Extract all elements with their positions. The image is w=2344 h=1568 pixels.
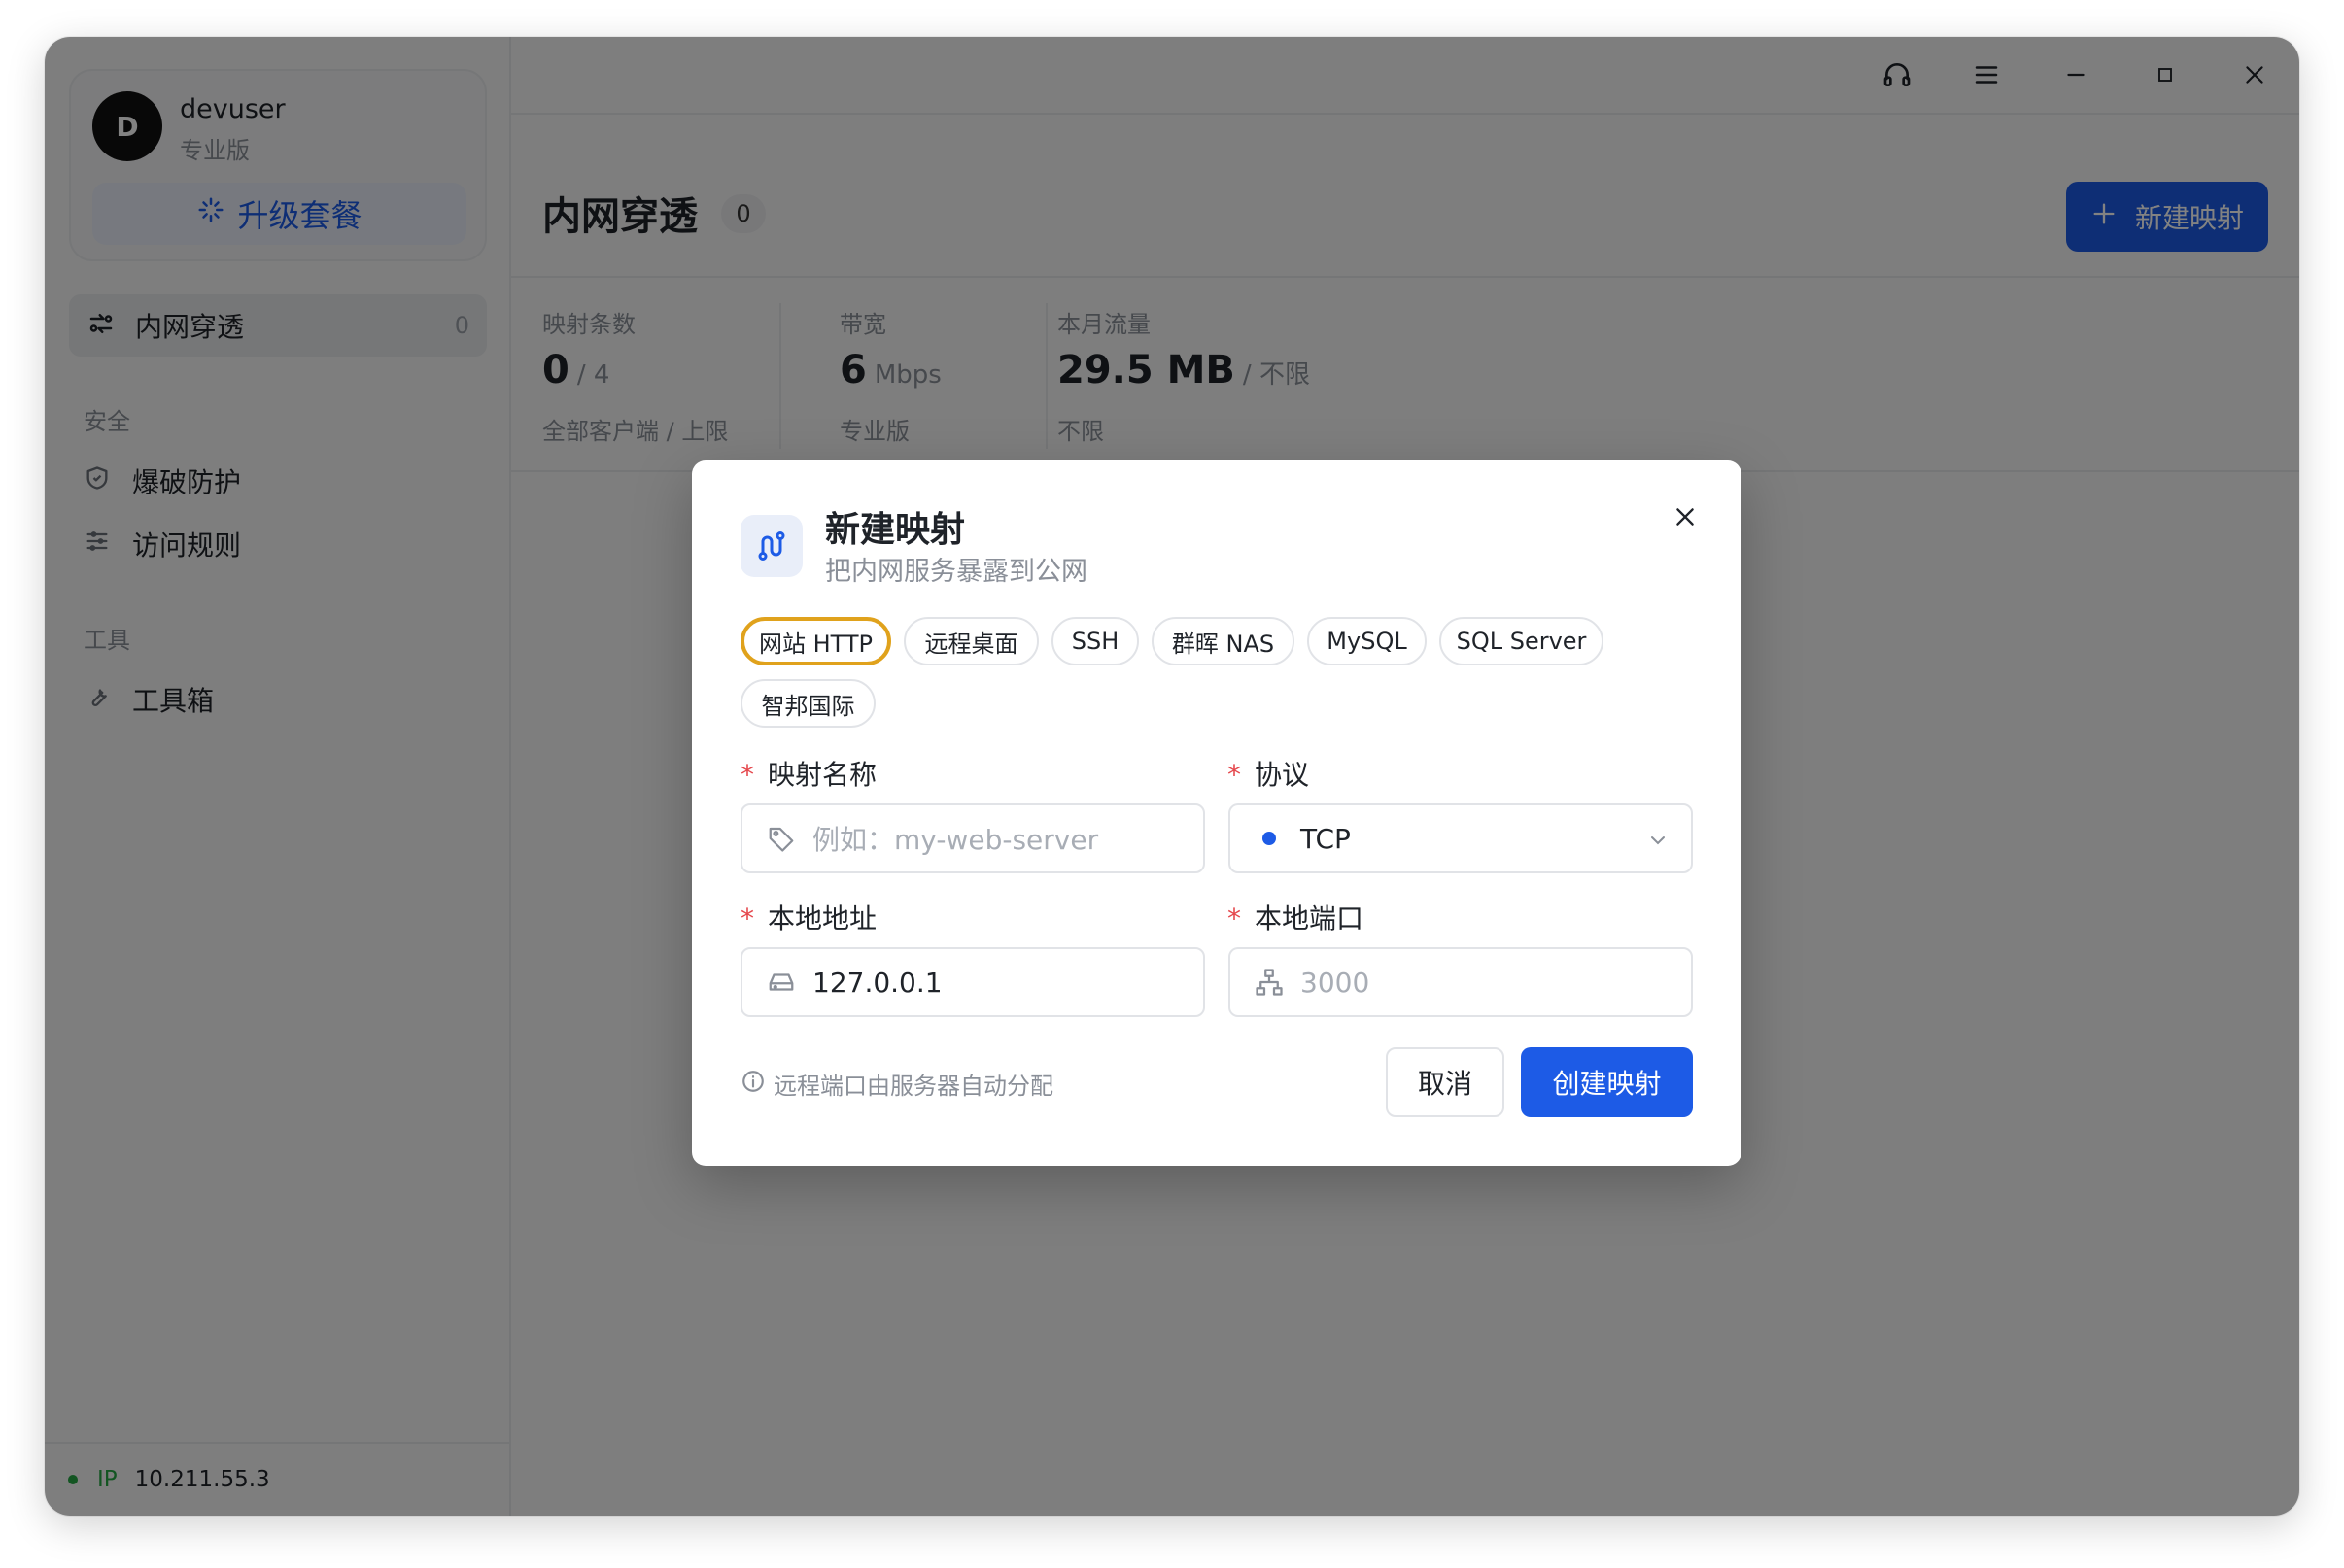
app-window: D devuser 专业版 升级套餐 内网穿透 0 安全 爆破防护 访问规则 工… xyxy=(45,37,2299,1516)
protocol-value: TCP xyxy=(1300,822,1351,855)
field-label-text: 映射名称 xyxy=(768,759,878,791)
chevron-down-icon xyxy=(1646,829,1670,856)
mapping-name-placeholder: 例如：my-web-server xyxy=(812,824,1099,856)
preset-chip-mysql[interactable]: MySQL xyxy=(1307,617,1427,665)
local-port-placeholder: 3000 xyxy=(1300,966,1370,999)
dialog-title: 新建映射 xyxy=(825,510,966,550)
local-address-input[interactable]: 127.0.0.1 xyxy=(741,947,1205,1017)
new-mapping-dialog: 新建映射 把内网服务暴露到公网 网站 HTTP 远程桌面 SSH 群晖 NAS … xyxy=(692,460,1741,1166)
preset-chip-sql-server[interactable]: SQL Server xyxy=(1439,617,1603,665)
mapping-name-label: * 映射名称 xyxy=(741,759,878,791)
route-icon xyxy=(741,515,803,577)
preset-chip-synology-nas[interactable]: 群晖 NAS xyxy=(1152,617,1294,665)
network-icon xyxy=(1254,967,1285,998)
local-port-input[interactable]: 3000 xyxy=(1228,947,1693,1017)
mapping-name-input[interactable]: 例如：my-web-server xyxy=(741,803,1205,873)
tag-icon xyxy=(766,823,797,854)
info-icon xyxy=(741,1069,766,1100)
local-port-label: * 本地端口 xyxy=(1227,903,1364,935)
preset-chip-http[interactable]: 网站 HTTP xyxy=(741,617,891,665)
create-mapping-button[interactable]: 创建映射 xyxy=(1521,1047,1693,1117)
local-address-label: * 本地地址 xyxy=(741,903,878,935)
hard-drive-icon xyxy=(766,967,797,998)
field-label-text: 协议 xyxy=(1255,759,1310,791)
dialog-subtitle: 把内网服务暴露到公网 xyxy=(825,557,1087,587)
protocol-label: * 协议 xyxy=(1227,759,1310,791)
field-label-text: 本地地址 xyxy=(768,903,878,935)
preset-chip-zhibang[interactable]: 智邦国际 xyxy=(741,679,876,728)
preset-chip-ssh[interactable]: SSH xyxy=(1051,617,1139,665)
hint-text: 远程端口由服务器自动分配 xyxy=(774,1073,1053,1100)
protocol-select[interactable]: TCP xyxy=(1228,803,1693,873)
remote-port-hint: 远程端口由服务器自动分配 xyxy=(741,1067,1053,1101)
protocol-dot-icon xyxy=(1254,823,1285,854)
close-icon[interactable] xyxy=(1666,497,1705,536)
cancel-button[interactable]: 取消 xyxy=(1386,1047,1504,1117)
local-address-value: 127.0.0.1 xyxy=(812,966,943,999)
preset-chip-remote-desktop[interactable]: 远程桌面 xyxy=(904,617,1039,665)
field-label-text: 本地端口 xyxy=(1255,903,1364,935)
